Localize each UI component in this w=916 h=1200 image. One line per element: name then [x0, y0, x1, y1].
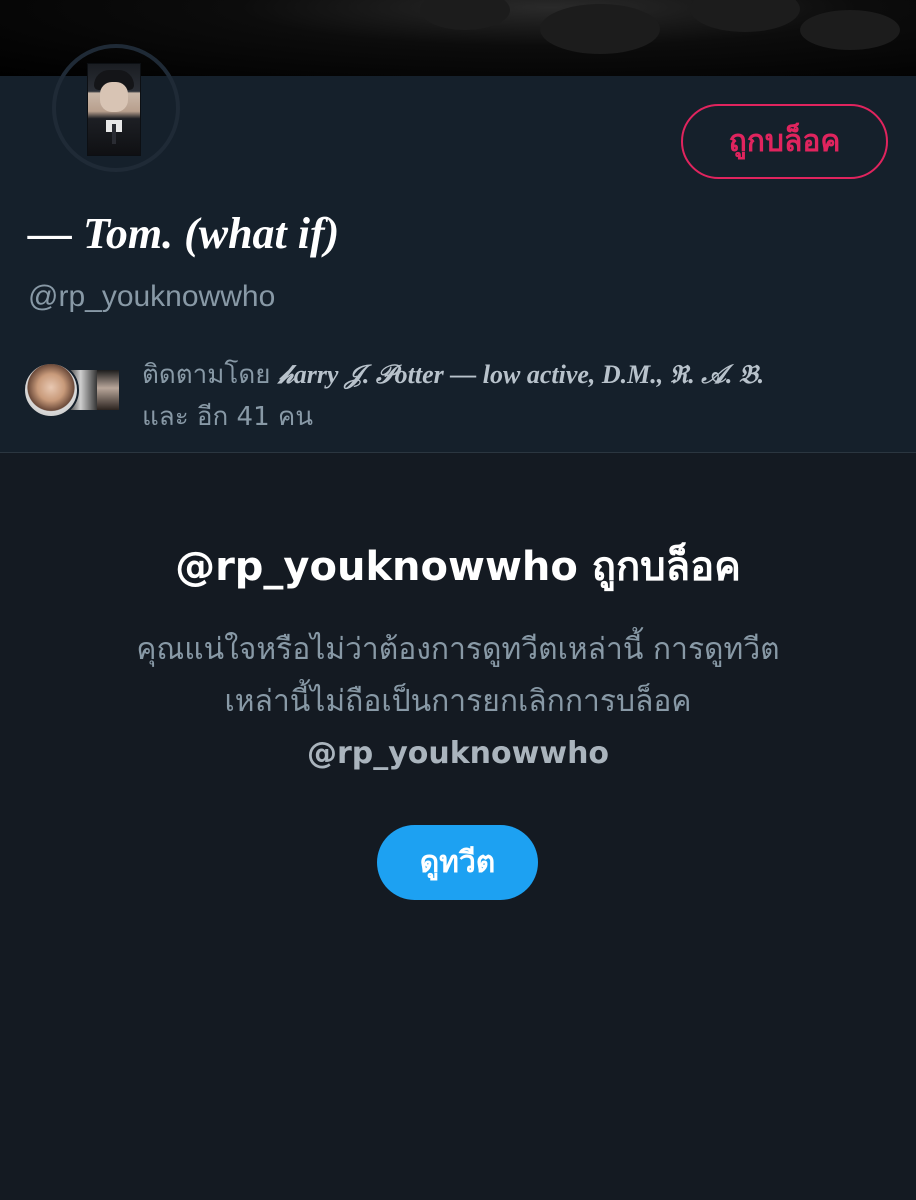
view-tweets-button[interactable]: ดูทวีต: [377, 825, 538, 900]
profile-handle: @rp_youknowwho: [28, 280, 276, 313]
followed-by-names: 𝒽arry 𝒥. 𝒫otter — low active, D.M., ℜ. 𝒜…: [278, 360, 765, 389]
banner-decor: [420, 0, 510, 30]
blocked-title: @rp_youknowwho ถูกบล็อค: [175, 544, 741, 590]
display-name: — Tom. (what if): [28, 209, 340, 258]
banner-decor: [800, 10, 900, 50]
avatar-face: [100, 82, 128, 112]
blocked-button[interactable]: ถูกบล็อค: [681, 104, 888, 179]
banner-decor: [540, 4, 660, 54]
blocked-description-text: คุณแน่ใจหรือไม่ว่าต้องการดูทวีตเหล่านี้ …: [136, 632, 780, 719]
followed-by-prefix: ติดตามโดย: [142, 360, 271, 390]
followed-by-more[interactable]: และ อีก 41 คน: [142, 396, 313, 437]
followed-by-text[interactable]: ติดตามโดย 𝒽arry 𝒥. 𝒫otter — low active, …: [142, 354, 902, 395]
blocked-description: คุณแน่ใจหรือไม่ว่าต้องการดูทวีตเหล่านี้ …: [108, 624, 808, 780]
avatar[interactable]: [87, 63, 141, 156]
blocked-description-handle: @rp_youknowwho: [306, 736, 610, 771]
avatar-tie: [112, 124, 116, 144]
follower-avatar: [23, 362, 79, 418]
banner-decor: [690, 0, 800, 32]
followers-avatar-stack[interactable]: [23, 362, 123, 418]
